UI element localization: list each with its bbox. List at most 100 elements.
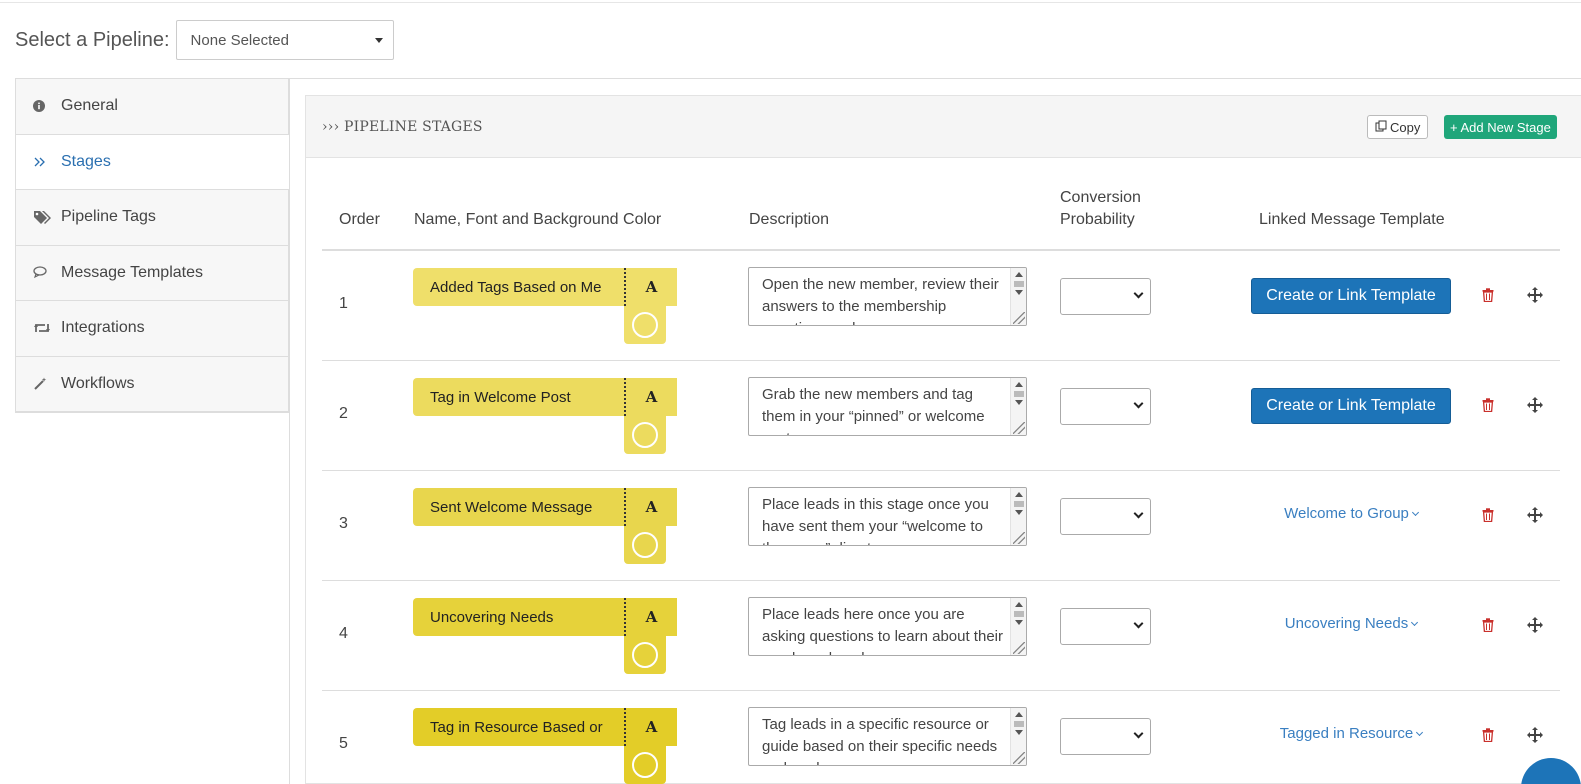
scroll-thumb <box>1014 281 1024 287</box>
table-header: Order Name, Font and Background Color De… <box>322 180 1560 251</box>
sidebar-item-label: Message Templates <box>61 263 203 281</box>
linked-template-link[interactable]: Uncovering Needs <box>1251 615 1451 632</box>
chevron-down-icon <box>1411 508 1419 517</box>
color-circle-icon <box>632 752 658 778</box>
stage-description-text: Place leads in this stage once you have … <box>762 496 989 545</box>
drag-handle-icon[interactable] <box>1527 287 1543 308</box>
conversion-probability-select[interactable] <box>1060 388 1151 425</box>
conversion-probability-select[interactable] <box>1060 498 1151 535</box>
create-or-link-template-button[interactable]: Create or Link Template <box>1251 278 1451 314</box>
stage-description-textarea[interactable]: Grab the new members and tag them in you… <box>748 377 1027 436</box>
description-scrollbar[interactable] <box>1010 708 1026 765</box>
sidebar-item-label: Pipeline Tags <box>61 208 156 226</box>
linked-template-name: Uncovering Needs <box>1284 615 1409 632</box>
pipeline-select[interactable]: None Selected <box>175 20 394 60</box>
linked-template-link[interactable]: Tagged in Resource <box>1251 725 1451 742</box>
background-color-picker[interactable] <box>624 636 666 674</box>
stages-table: Order Name, Font and Background Color De… <box>322 180 1560 784</box>
pipeline-selector-row: Select a Pipeline: None Selected <box>15 20 394 60</box>
background-color-picker[interactable] <box>624 416 666 454</box>
stage-order: 2 <box>339 405 348 422</box>
caret-down-icon <box>374 37 383 43</box>
background-color-picker[interactable] <box>624 526 666 564</box>
description-scrollbar[interactable] <box>1010 378 1026 435</box>
color-circle-icon <box>632 642 658 668</box>
font-color-picker[interactable]: A <box>624 378 677 416</box>
sidebar-item-message-templates[interactable]: Message Templates <box>16 245 289 301</box>
background-color-picker[interactable] <box>624 306 666 344</box>
scroll-up-icon <box>1015 492 1023 497</box>
create-or-link-template-button[interactable]: Create or Link Template <box>1251 388 1451 424</box>
panel-header: ››› PIPELINE STAGES Copy + Add New Stage <box>306 96 1581 158</box>
font-color-picker[interactable]: A <box>624 488 677 526</box>
linked-template-link[interactable]: Welcome to Group <box>1251 505 1451 522</box>
resize-grip-icon[interactable] <box>1013 312 1025 324</box>
font-color-picker[interactable]: A <box>624 708 677 746</box>
stage-name-text: Tag in Resource Based or <box>430 718 603 736</box>
table-row: 4 Uncovering Needs A Place leads here on… <box>322 581 1560 691</box>
description-scrollbar[interactable] <box>1010 598 1026 655</box>
sidebar-item-integrations[interactable]: Integrations <box>16 301 289 357</box>
drag-handle-icon[interactable] <box>1527 617 1543 638</box>
delete-stage-icon[interactable] <box>1482 288 1494 307</box>
chevron-down-icon <box>1133 728 1144 739</box>
description-scrollbar[interactable] <box>1010 268 1026 325</box>
description-scrollbar[interactable] <box>1010 488 1026 545</box>
stage-order: 1 <box>339 295 348 312</box>
delete-stage-icon[interactable] <box>1482 728 1494 747</box>
color-circle-icon <box>632 312 658 338</box>
chat-icon <box>33 266 61 279</box>
stage-name-field[interactable]: Tag in Resource Based or A <box>413 708 677 746</box>
stage-description-text: Tag leads in a specific resource or guid… <box>762 716 998 765</box>
font-letter-icon: A <box>645 278 658 296</box>
stage-name-field[interactable]: Sent Welcome Message A <box>413 488 677 526</box>
stage-name-field[interactable]: Added Tags Based on Me A <box>413 268 677 306</box>
background-color-picker[interactable] <box>624 746 666 784</box>
drag-handle-icon[interactable] <box>1527 727 1543 748</box>
stage-name-field[interactable]: Tag in Welcome Post A <box>413 378 677 416</box>
resize-grip-icon[interactable] <box>1013 752 1025 764</box>
sidebar-item-pipeline-tags[interactable]: Pipeline Tags <box>16 190 289 246</box>
stage-name-field[interactable]: Uncovering Needs A <box>413 598 677 636</box>
conversion-probability-select[interactable] <box>1060 718 1151 755</box>
resize-grip-icon[interactable] <box>1013 422 1025 434</box>
delete-stage-icon[interactable] <box>1482 508 1494 527</box>
scroll-up-icon <box>1015 382 1023 387</box>
sidebar-item-stages[interactable]: Stages <box>16 134 289 190</box>
magic-wand-icon <box>33 377 61 391</box>
stage-description-text: Open the new member, review their answer… <box>762 276 999 325</box>
resize-grip-icon[interactable] <box>1013 642 1025 654</box>
font-letter-icon: A <box>645 608 658 626</box>
table-row: 5 Tag in Resource Based or A Tag leads i… <box>322 691 1560 784</box>
drag-handle-icon[interactable] <box>1527 507 1543 528</box>
font-letter-icon: A <box>645 388 658 406</box>
font-color-picker[interactable]: A <box>624 598 677 636</box>
delete-stage-icon[interactable] <box>1482 618 1494 637</box>
table-row: 2 Tag in Welcome Post A Grab the new mem… <box>322 361 1560 471</box>
sidebar-item-workflows[interactable]: Workflows <box>16 356 289 412</box>
scroll-down-icon <box>1015 400 1023 405</box>
scroll-up-icon <box>1015 272 1023 277</box>
sidebar-item-general[interactable]: General <box>16 79 289 135</box>
scroll-thumb <box>1014 391 1024 397</box>
conversion-probability-select[interactable] <box>1060 608 1151 645</box>
chevron-down-icon <box>1133 398 1144 409</box>
font-color-picker[interactable]: A <box>624 268 677 306</box>
linked-template-name: Welcome to Group <box>1284 505 1409 522</box>
resize-grip-icon[interactable] <box>1013 532 1025 544</box>
sidebar-item-label: Stages <box>61 152 111 170</box>
stage-description-textarea[interactable]: Open the new member, review their answer… <box>748 267 1027 326</box>
stage-description-textarea[interactable]: Tag leads in a specific resource or guid… <box>748 707 1027 766</box>
delete-stage-icon[interactable] <box>1482 398 1494 417</box>
header-description: Description <box>749 211 830 228</box>
table-row: 3 Sent Welcome Message A Place leads in … <box>322 471 1560 581</box>
tags-icon <box>33 210 61 225</box>
stage-description-textarea[interactable]: Place leads in this stage once you have … <box>748 487 1027 546</box>
conversion-probability-select[interactable] <box>1060 278 1151 315</box>
copy-button[interactable]: Copy <box>1367 115 1429 139</box>
stage-description-textarea[interactable]: Place leads here once you are asking que… <box>748 597 1027 656</box>
add-new-stage-button[interactable]: + Add New Stage <box>1444 115 1557 139</box>
pipeline-select-value: None Selected <box>190 31 289 49</box>
pipeline-label: Select a Pipeline: <box>15 28 170 51</box>
drag-handle-icon[interactable] <box>1527 397 1543 418</box>
